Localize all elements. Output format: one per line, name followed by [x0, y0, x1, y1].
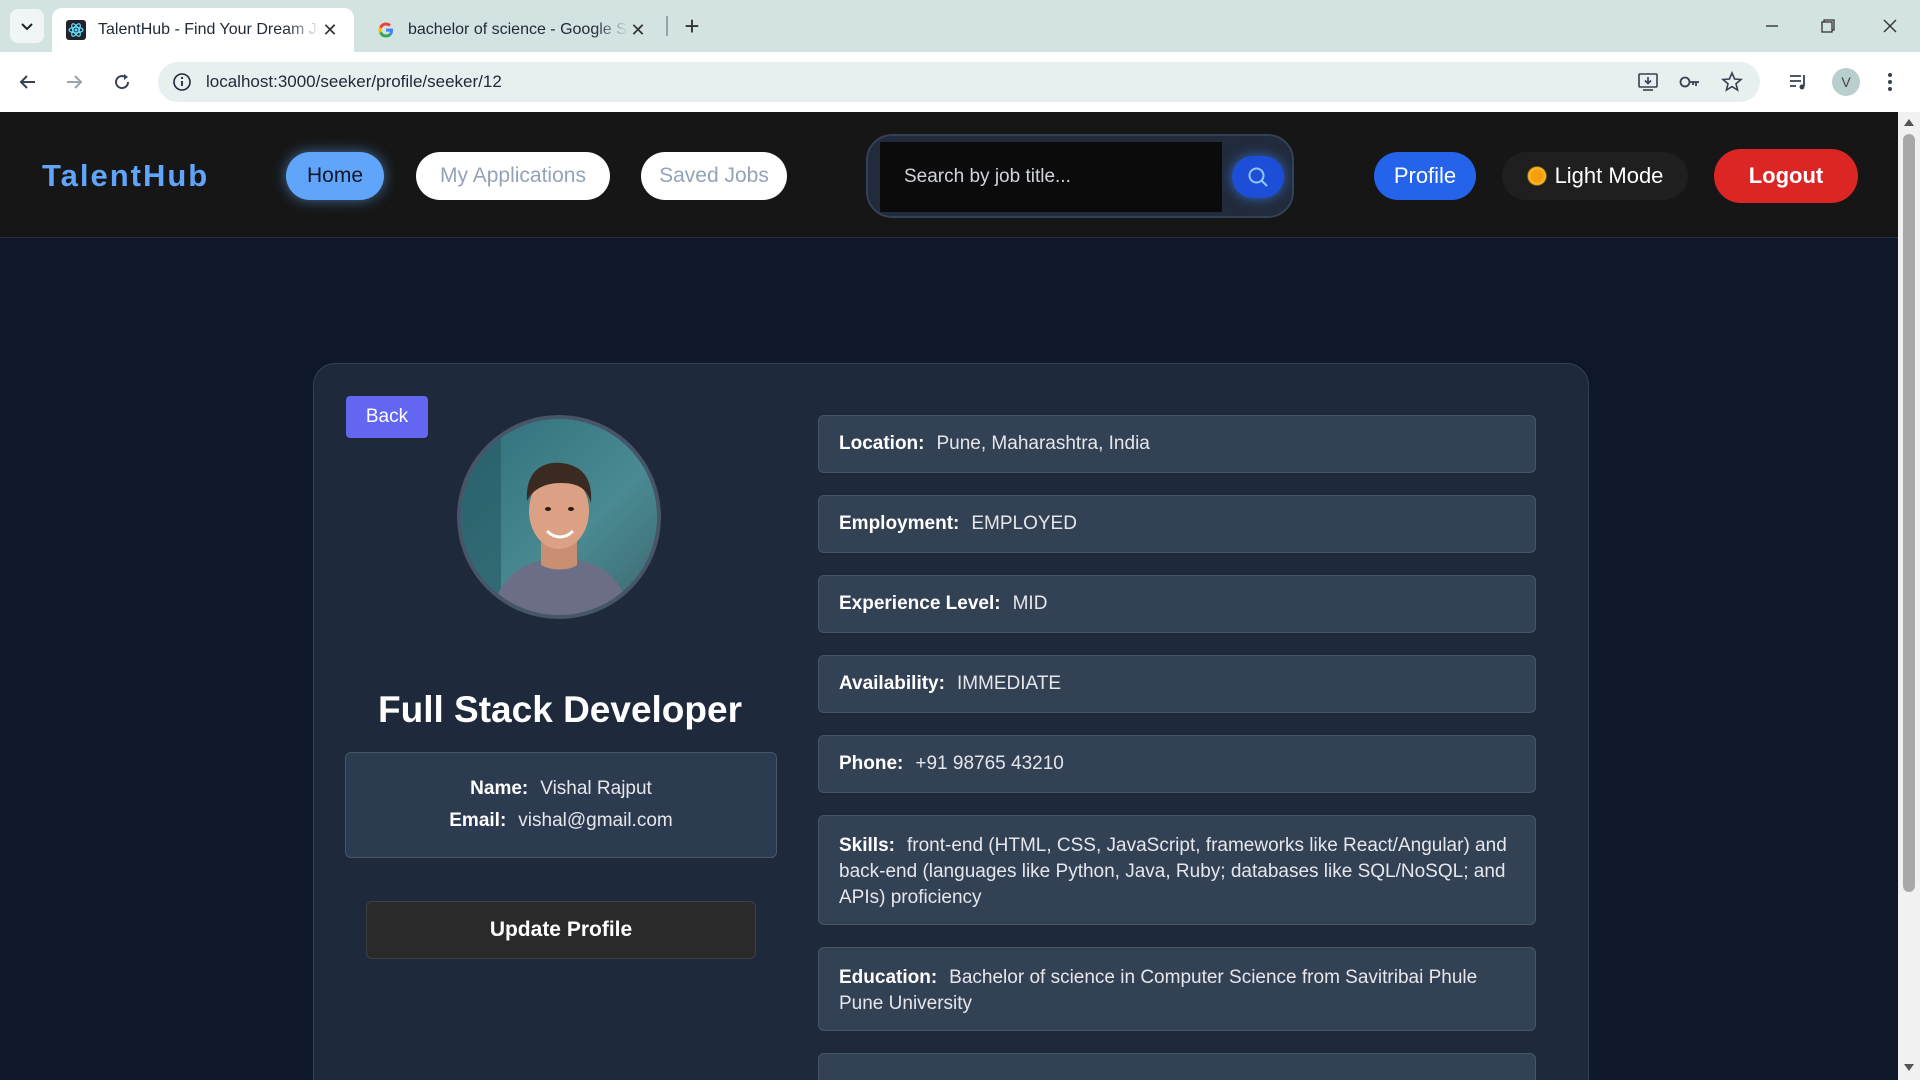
restore-icon[interactable] [1808, 8, 1848, 44]
close-tab-icon[interactable]: ✕ [628, 20, 648, 41]
update-profile-button[interactable]: Update Profile [366, 901, 756, 959]
tab-title: bachelor of science - Google Search [408, 21, 628, 38]
logout-button[interactable]: Logout [1714, 149, 1858, 203]
tab-search-button[interactable] [10, 9, 44, 43]
profile-headline: Full Stack Developer [378, 689, 742, 730]
install-app-icon[interactable] [1632, 66, 1664, 98]
close-tab-icon[interactable]: ✕ [320, 20, 340, 41]
media-queue-icon[interactable] [1782, 66, 1814, 98]
theme-toggle-label: Light Mode [1554, 163, 1664, 188]
nav-saved-jobs-button[interactable]: Saved Jobs [641, 152, 787, 200]
email-value: vishal@gmail.com [518, 810, 673, 831]
new-tab-icon[interactable]: + [676, 10, 708, 42]
detail-experience: Experience Level: MID [818, 575, 1536, 633]
browser-tab-bar: TalentHub - Find Your Dream Jobs ✕ bache… [0, 0, 1920, 52]
profile-card: Back Full Stack Developer Name: Vishal R… [313, 363, 1589, 1080]
forward-arrow-icon[interactable] [58, 66, 90, 98]
name-row: Name: Vishal Rajput [470, 778, 652, 800]
google-icon [376, 20, 396, 40]
detail-value: Pune, Maharashtra, India [936, 433, 1150, 454]
react-icon [66, 20, 86, 40]
detail-label: Skills: [839, 835, 895, 856]
star-icon[interactable] [1716, 66, 1748, 98]
detail-location: Location: Pune, Maharashtra, India [818, 415, 1536, 473]
identity-box: Name: Vishal Rajput Email: vishal@gmail.co… [345, 752, 777, 858]
site-info-icon[interactable] [170, 70, 194, 94]
detail-label: Experience Level: [839, 593, 1001, 614]
browser-profile-avatar[interactable]: V [1832, 68, 1860, 96]
address-bar[interactable]: localhost:3000/seeker/profile/seeker/12 [158, 62, 1760, 102]
detail-value: front-end (HTML, CSS, JavaScript, framew… [839, 835, 1507, 908]
detail-phone: Phone: +91 98765 43210 [818, 735, 1536, 793]
profile-photo [457, 415, 661, 619]
name-label: Name: [470, 778, 529, 799]
url-text: localhost:3000/seeker/profile/seeker/12 [206, 72, 502, 91]
site-navbar: TalentHub Home My Applications Saved Job… [0, 112, 1898, 238]
detail-label: Education: [839, 967, 938, 988]
browser-tab-talenthub[interactable]: TalentHub - Find Your Dream Jobs ✕ [52, 8, 354, 52]
job-search-bar [866, 134, 1294, 218]
search-icon [1248, 167, 1268, 187]
detail-employment: Employment: EMPLOYED [818, 495, 1536, 553]
tab-separator [666, 16, 668, 36]
browser-tab-google[interactable]: bachelor of science - Google Search ✕ [362, 8, 662, 52]
profile-button[interactable]: Profile [1374, 152, 1476, 200]
back-button[interactable]: Back [346, 396, 428, 438]
detail-education: Education: Bachelor of science in Compute… [818, 947, 1536, 1031]
key-icon[interactable] [1674, 66, 1706, 98]
detail-value: EMPLOYED [971, 513, 1077, 534]
name-value: Vishal Rajput [540, 778, 652, 799]
email-row: Email: vishal@gmail.com [449, 810, 672, 832]
detail-label: Availability: [839, 673, 945, 694]
browser-toolbar: localhost:3000/seeker/profile/seeker/12 [0, 52, 1920, 112]
nav-applications-button[interactable]: My Applications [416, 152, 610, 200]
detail-value: MID [1012, 593, 1048, 614]
email-label: Email: [449, 810, 507, 831]
close-window-icon[interactable] [1870, 8, 1910, 44]
detail-value: IMMEDIATE [956, 673, 1062, 694]
chevron-down-icon [21, 23, 33, 31]
minimize-icon[interactable] [1752, 8, 1792, 44]
tab-title: TalentHub - Find Your Dream Jobs [98, 21, 320, 38]
scroll-up-icon[interactable] [1903, 116, 1915, 128]
detail-label: Location: [839, 433, 925, 454]
search-button[interactable] [1232, 156, 1284, 198]
detail-member-since [818, 1053, 1536, 1080]
detail-label: Phone: [839, 753, 904, 774]
detail-value: +91 98765 43210 [915, 753, 1064, 774]
detail-skills: Skills: front-end (HTML, CSS, JavaScript,… [818, 815, 1536, 925]
back-arrow-icon[interactable] [12, 66, 44, 98]
page-viewport: TalentHub Home My Applications Saved Job… [0, 112, 1898, 1080]
nav-home-button[interactable]: Home [286, 152, 384, 200]
more-menu-icon[interactable] [1874, 66, 1906, 98]
scroll-down-icon[interactable] [1903, 1062, 1915, 1074]
theme-toggle-button[interactable]: Light Mode [1502, 152, 1688, 200]
brand-logo[interactable]: TalentHub [42, 158, 209, 194]
job-search-input[interactable] [880, 142, 1222, 212]
page-scrollbar[interactable] [1898, 112, 1920, 1080]
scroll-thumb[interactable] [1903, 134, 1915, 892]
sun-icon [1526, 166, 1547, 186]
detail-label: Employment: [839, 513, 960, 534]
detail-availability: Availability: IMMEDIATE [818, 655, 1536, 713]
reload-icon[interactable] [106, 66, 138, 98]
